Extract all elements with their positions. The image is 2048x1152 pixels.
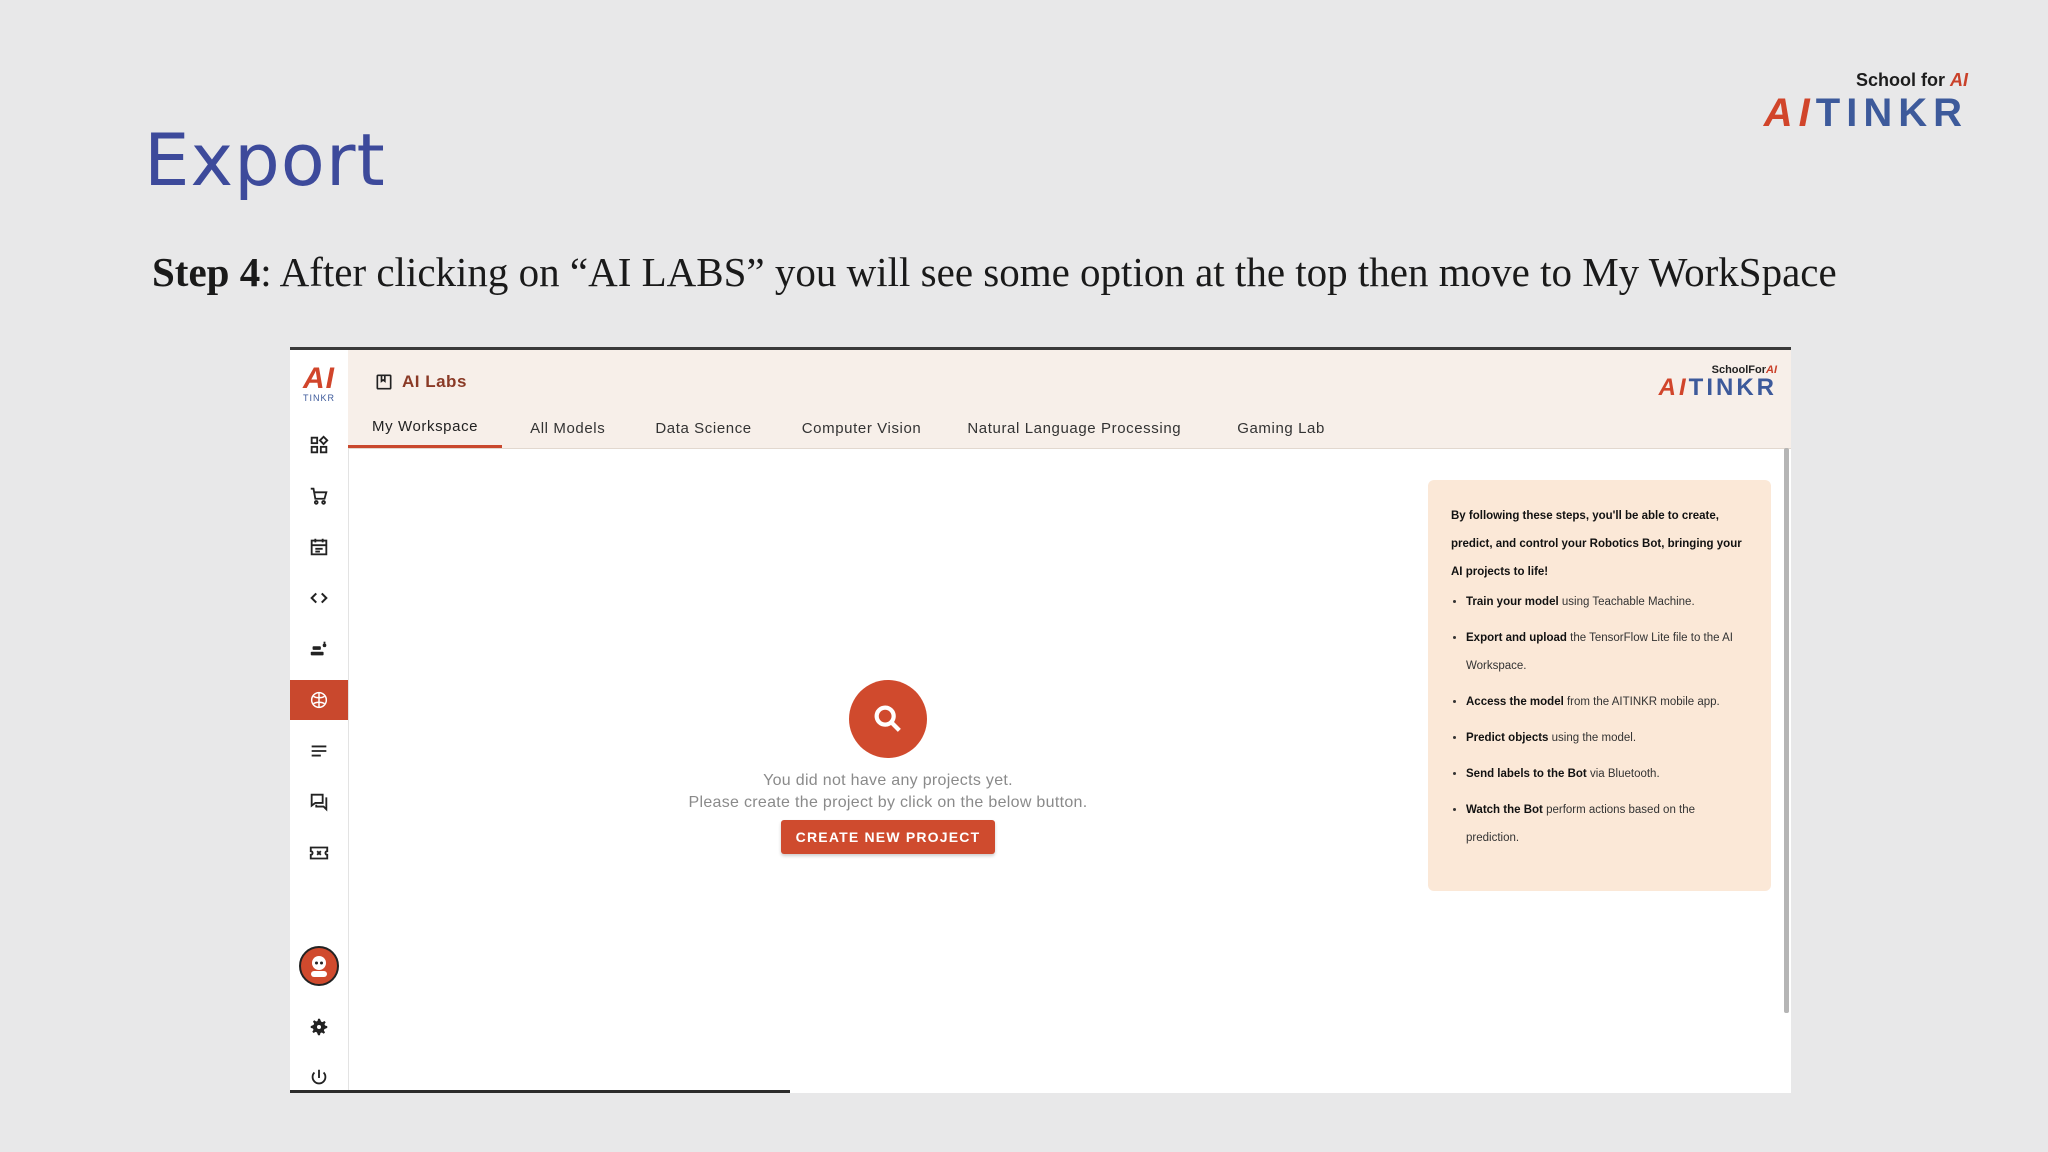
brand-wordmark: AITINKR: [1763, 91, 1968, 135]
info-steps-list: Train your model using Teachable Machine…: [1451, 588, 1749, 852]
tab-my-workspace[interactable]: My Workspace: [348, 408, 503, 448]
list-item: Train your model using Teachable Machine…: [1466, 588, 1749, 616]
sidebar-logo[interactable]: AI TINKR: [294, 364, 344, 403]
tab-gaming-lab[interactable]: Gaming Lab: [1203, 408, 1347, 448]
empty-message-line1: You did not have any projects yet.: [763, 772, 1013, 789]
step-label: Step 4: [152, 249, 261, 295]
horizontal-scrollbar[interactable]: [290, 1090, 790, 1093]
list-item: Access the model from the AITINKR mobile…: [1466, 688, 1749, 716]
list-icon[interactable]: [290, 731, 348, 771]
step-text: : After clicking on “AI LABS” you will s…: [260, 249, 1837, 295]
ticket-icon[interactable]: [290, 833, 348, 873]
search-icon: [849, 680, 927, 758]
tab-bar: My Workspace All Models Data Science Com…: [348, 408, 1347, 448]
tab-data-science[interactable]: Data Science: [627, 408, 773, 448]
calendar-icon[interactable]: [290, 527, 348, 567]
tab-all-models[interactable]: All Models: [502, 408, 627, 448]
empty-state: You did not have any projects yet. Pleas…: [348, 680, 1428, 854]
app-header: AI Labs SchoolForAI AITINKR My Workspace…: [348, 350, 1791, 449]
book-icon: [376, 374, 392, 390]
sidebar: AI TINKR: [290, 350, 349, 1093]
vertical-scrollbar[interactable]: [1784, 448, 1789, 1013]
power-icon[interactable]: [290, 1058, 348, 1093]
create-new-project-button[interactable]: CREATE NEW PROJECT: [780, 820, 996, 854]
step-instruction: Step 4: After clicking on “AI LABS” you …: [152, 248, 1837, 296]
empty-message-line2: Please create the project by click on th…: [688, 794, 1088, 811]
brand-school: School for AI: [1855, 70, 1968, 90]
list-item: Export and upload the TensorFlow Lite fi…: [1466, 624, 1749, 680]
ai-labs-icon[interactable]: [290, 680, 348, 720]
dashboard-icon[interactable]: [290, 425, 348, 465]
tab-natural-language-processing[interactable]: Natural Language Processing: [943, 408, 1203, 448]
avatar-icon[interactable]: [290, 946, 348, 986]
list-item: Send labels to the Bot via Bluetooth.: [1466, 760, 1749, 788]
cart-icon[interactable]: [290, 476, 348, 516]
forum-icon[interactable]: [290, 782, 348, 822]
info-intro: By following these steps, you'll be able…: [1451, 510, 1742, 578]
app-screenshot: AI TINKR AI Labs SchoolForAI AITINKR My …: [290, 347, 1791, 1093]
header-brand-logo: SchoolForAI AITINKR: [1658, 364, 1777, 401]
list-item: Predict objects using the model.: [1466, 724, 1749, 752]
slide-title: Export: [144, 118, 386, 202]
info-panel: By following these steps, you'll be able…: [1428, 480, 1771, 891]
settings-icon[interactable]: [290, 1007, 348, 1047]
tab-computer-vision[interactable]: Computer Vision: [774, 408, 944, 448]
robot-arm-icon[interactable]: [290, 629, 348, 669]
brand-logo: School for AI AITINKR: [1764, 70, 1968, 133]
code-icon[interactable]: [290, 578, 348, 618]
app-title: AI Labs: [374, 372, 467, 392]
list-item: Watch the Bot perform actions based on t…: [1466, 796, 1749, 852]
